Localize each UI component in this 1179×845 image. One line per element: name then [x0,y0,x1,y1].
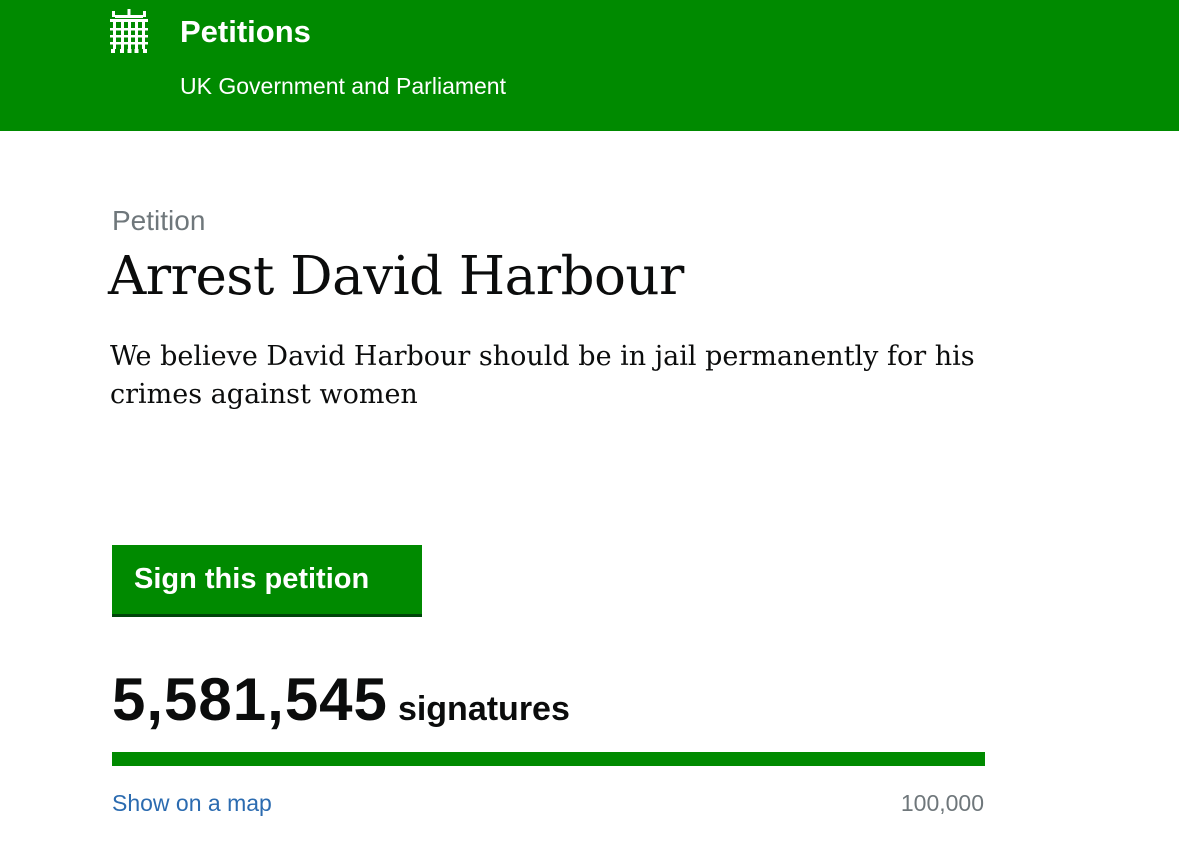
signature-count-number: 5,581,545 [112,666,388,733]
site-title-link[interactable]: Petitions [180,14,311,50]
show-on-map-link[interactable]: Show on a map [112,789,272,817]
signature-progress-bar [112,752,985,766]
signature-threshold: 100,000 [900,790,984,816]
signature-count: 5,581,545 signatures [112,670,570,746]
site-subtitle: UK Government and Parliament [180,73,506,99]
signature-count-label: signatures [397,690,570,728]
sign-petition-button[interactable]: Sign this petition [112,545,422,614]
signature-progress-fill [112,752,985,766]
petition-summary: We believe David Harbour should be in ja… [110,341,975,410]
petition-title: Arrest David Harbour [108,246,684,307]
portcullis-icon[interactable] [108,9,150,53]
site-header: Petitions UK Government and Parliament [0,0,1179,131]
petition-kicker: Petition [112,205,206,236]
